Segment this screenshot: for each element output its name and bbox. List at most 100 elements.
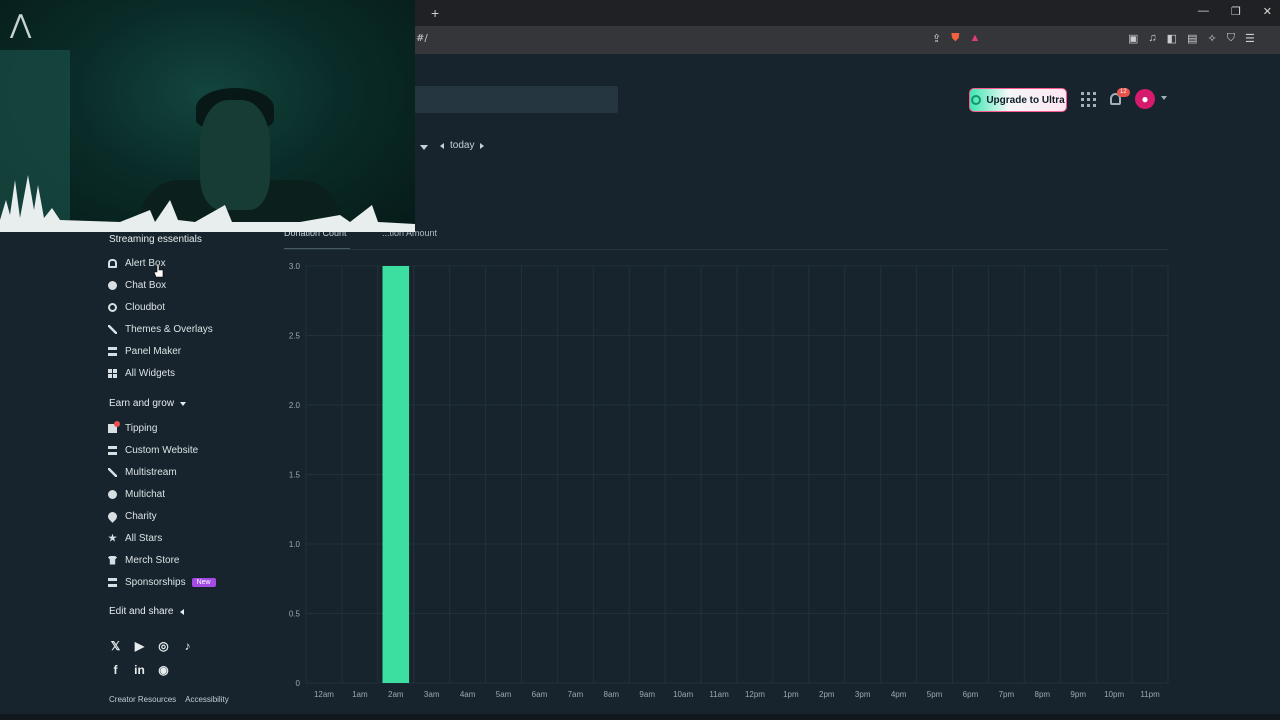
date-label: today (450, 140, 475, 151)
linkedin-icon[interactable]: in (133, 664, 146, 677)
minimize-button[interactable]: — (1198, 5, 1209, 18)
window-controls: — ❐ ✕ (1198, 5, 1272, 18)
youtube-icon[interactable]: ▶ (133, 640, 146, 653)
x-tick-label: 7pm (999, 690, 1015, 699)
extensions-bar: ▣ ♫ ◧ ▤ ✧ ⛉ ☰ (1128, 32, 1255, 45)
x-tick-label: 12pm (745, 690, 765, 699)
x-tick-label: 4am (460, 690, 476, 699)
accessibility-link[interactable]: Accessibility (185, 695, 229, 704)
brave-rewards-icon[interactable]: ▲ (969, 32, 980, 45)
streamer-logo-icon: ⋀ (10, 9, 32, 39)
wallet-icon[interactable]: ▤ (1187, 32, 1197, 45)
x-tick-label: 3am (424, 690, 440, 699)
upgrade-label: Upgrade to Ultra (986, 94, 1065, 106)
x-twitter-icon[interactable]: 𝕏 (109, 640, 122, 653)
sidebar-toggle-icon[interactable]: ◧ (1167, 32, 1177, 45)
sidebar-item-multichat[interactable]: Multichat (108, 487, 165, 501)
menu-icon[interactable]: ☰ (1245, 32, 1255, 45)
x-tick-label: 1am (352, 690, 368, 699)
multichat-icon (108, 489, 117, 499)
social-row-1: 𝕏 ▶ ◎ ♪ (109, 640, 194, 653)
website-icon (108, 445, 117, 455)
sidebar-item-custom-website[interactable]: Custom Website (108, 443, 198, 457)
address-bar[interactable]: #/ (416, 33, 428, 44)
y-tick-label: 0.5 (289, 610, 301, 619)
sidebar-item-themes[interactable]: Themes & Overlays (108, 322, 213, 336)
discord-icon[interactable]: ◉ (157, 664, 170, 677)
user-icon: ● (1141, 92, 1149, 106)
panel-icon (108, 346, 117, 356)
donation-chart: 0 0.5 1.0 1.5 2.0 2.5 3.0 12am 1am 2am 3am 4am 5am 6a… (289, 262, 1169, 699)
next-day-icon[interactable] (480, 142, 485, 149)
notification-count-badge: 12 (1117, 88, 1130, 97)
earn-and-grow-heading[interactable]: Earn and grow (109, 398, 187, 409)
sponsorships-icon (108, 577, 117, 587)
edit-and-share-heading[interactable]: Edit and share (109, 606, 184, 617)
y-tick-label: 2.5 (289, 332, 301, 341)
leo-icon[interactable]: ✧ (1207, 32, 1216, 45)
sidebar-item-cloudbot[interactable]: Cloudbot (108, 300, 165, 314)
x-tick-label: 10pm (1104, 690, 1124, 699)
streaming-essentials-heading[interactable]: Streaming essentials (109, 234, 202, 245)
music-icon[interactable]: ♫ (1148, 32, 1156, 45)
vpn-icon[interactable]: ⛉ (1227, 32, 1235, 45)
x-tick-label: 11pm (1140, 690, 1160, 699)
audio-waveform (0, 175, 415, 232)
tiktok-icon[interactable]: ♪ (181, 640, 194, 653)
sidebar-item-panel-maker[interactable]: Panel Maker (108, 344, 181, 358)
chevron-down-icon (180, 401, 187, 406)
x-tick-label: 2pm (819, 690, 835, 699)
close-button[interactable]: ✕ (1263, 5, 1272, 18)
x-tick-label: 2am (388, 690, 404, 699)
sidebar-item-charity[interactable]: Charity (106, 509, 157, 523)
bell-icon (108, 258, 117, 268)
range-dropdown-caret-icon[interactable] (420, 145, 428, 150)
y-tick-label: 1.5 (289, 471, 301, 480)
upgrade-button[interactable]: Upgrade to Ultra (969, 88, 1067, 112)
sidebar-item-all-widgets[interactable]: All Widgets (108, 366, 175, 380)
cast-icon[interactable]: ▣ (1128, 32, 1138, 45)
sidebar-item-chat-box[interactable]: Chat Box (108, 278, 166, 292)
new-tab-button[interactable]: + (431, 5, 439, 21)
shirt-icon (108, 555, 117, 565)
tipping-icon (108, 420, 120, 433)
x-tick-label: 4pm (891, 690, 907, 699)
sidebar: Streaming essentials Alert Box Chat Box … (100, 230, 260, 714)
maximize-button[interactable]: ❐ (1231, 5, 1241, 18)
y-tick-label: 2.0 (289, 401, 301, 410)
x-tick-label: 6am (532, 690, 548, 699)
facebook-icon[interactable]: f (109, 664, 122, 677)
avatar[interactable]: ● (1135, 89, 1155, 109)
creator-resources-link[interactable]: Creator Resources (109, 695, 176, 704)
instagram-icon[interactable]: ◎ (157, 640, 170, 653)
x-tick-label: 7am (568, 690, 584, 699)
brave-shield-icon[interactable]: ⛊ (951, 32, 959, 45)
x-tick-label: 6pm (963, 690, 979, 699)
multistream-icon (108, 467, 117, 477)
bottom-strip (0, 714, 1280, 720)
address-bar-actions: ⇪ ⛊ ▲ (932, 32, 980, 45)
previous-day-icon[interactable] (440, 142, 444, 149)
sidebar-item-sponsorships[interactable]: Sponsorships New (108, 575, 216, 589)
star-icon (108, 533, 117, 542)
tab-divider (284, 249, 1168, 250)
search-input[interactable] (414, 86, 618, 113)
x-tick-label: 5am (496, 690, 512, 699)
new-badge: New (191, 577, 216, 587)
bar-2am (382, 266, 410, 683)
y-tick-label: 0 (296, 679, 301, 688)
x-tick-label: 10am (673, 690, 693, 699)
chat-bubble-icon (108, 280, 117, 290)
x-tick-label: 9am (639, 690, 655, 699)
x-tick-label: 5pm (927, 690, 943, 699)
sidebar-item-tipping[interactable]: Tipping (108, 420, 157, 435)
cloudbot-icon (108, 302, 117, 312)
y-tick-label: 1.0 (289, 540, 301, 549)
apps-grid-icon[interactable] (1081, 92, 1096, 107)
share-icon[interactable]: ⇪ (932, 32, 941, 45)
sidebar-item-all-stars[interactable]: All Stars (108, 531, 162, 545)
chevron-down-icon[interactable] (1161, 96, 1167, 100)
social-row-2: f in ◉ (109, 664, 170, 677)
sidebar-item-multistream[interactable]: Multistream (108, 465, 177, 479)
sidebar-item-merch-store[interactable]: Merch Store (108, 553, 179, 567)
